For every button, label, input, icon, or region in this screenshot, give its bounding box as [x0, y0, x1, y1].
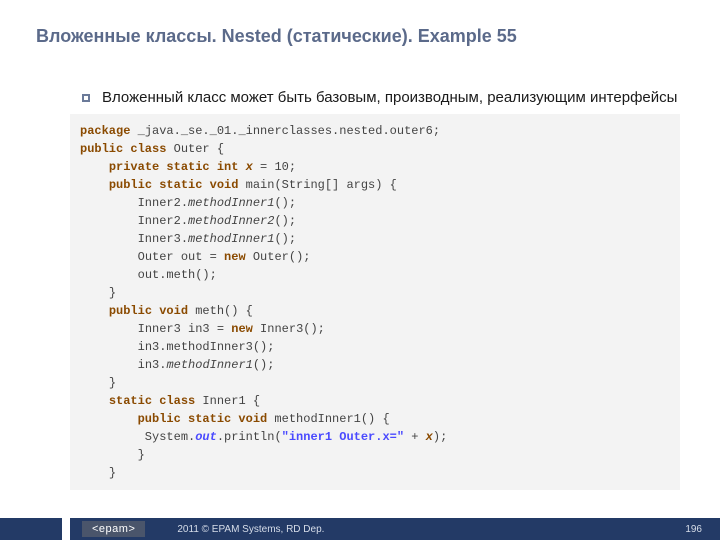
slide-title: Вложенные классы. Nested (статические). … — [36, 26, 517, 47]
bullet-text: Вложенный класс может быть базовым, прои… — [102, 88, 677, 108]
bullet-item: Вложенный класс может быть базовым, прои… — [82, 88, 680, 108]
footer-bar: <epam> 2011 © EPAM Systems, RD Dep. 196 — [0, 518, 720, 540]
epam-logo: <epam> — [82, 521, 145, 537]
code-block: package _java._se._01._innerclasses.nest… — [70, 114, 680, 490]
page-number: 196 — [685, 524, 702, 535]
bullet-marker — [82, 94, 90, 102]
slide-body: Вложенный класс может быть базовым, прои… — [82, 88, 680, 490]
footer-gap — [62, 518, 70, 540]
copyright-text: 2011 © EPAM Systems, RD Dep. — [177, 524, 324, 535]
